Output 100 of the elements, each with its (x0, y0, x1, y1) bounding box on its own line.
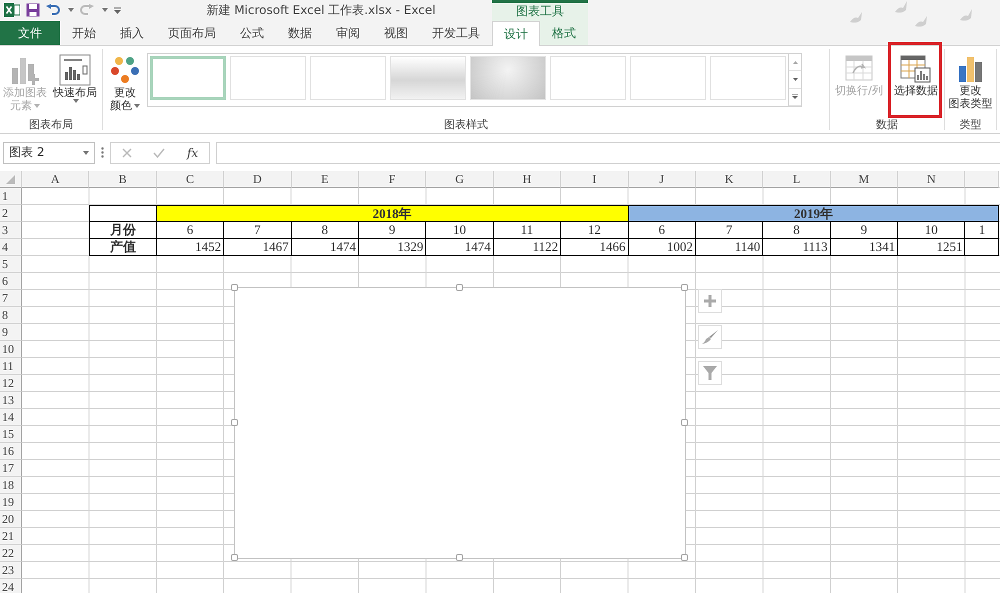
row-number[interactable]: 8 (0, 307, 22, 324)
column-header[interactable]: F (358, 171, 426, 188)
row-number[interactable]: 17 (0, 460, 22, 477)
row-number[interactable]: 22 (0, 545, 22, 562)
redo-icon[interactable] (80, 4, 94, 16)
insert-function-button[interactable]: fx (186, 146, 198, 160)
change-colors-button[interactable]: 更改 颜色 (103, 51, 147, 117)
table-cell: 1452 (156, 239, 224, 256)
customize-toolbar-icon[interactable] (114, 6, 121, 14)
row-number[interactable]: 2 (0, 205, 22, 222)
more-icon (101, 147, 104, 158)
row-number[interactable]: 24 (0, 579, 22, 593)
chart-style-thumbnail[interactable] (710, 56, 786, 100)
row-number[interactable]: 1 (0, 188, 22, 205)
table-cell: 1329 (358, 239, 426, 256)
ribbon-tab[interactable]: 公式 (228, 21, 276, 45)
chart-filter-button[interactable] (698, 361, 722, 385)
chart-style-thumbnail[interactable] (310, 56, 386, 100)
formula-input[interactable] (216, 142, 1000, 164)
row-number[interactable]: 3 (0, 222, 22, 239)
column-header[interactable]: B (89, 171, 157, 188)
table-cell: 1474 (426, 239, 494, 256)
row-number[interactable]: 20 (0, 511, 22, 528)
ribbon-tab[interactable]: 数据 (276, 21, 324, 45)
table-cell: 1474 (292, 239, 359, 256)
row-number[interactable]: 4 (0, 239, 22, 256)
dropdown-caret-icon (68, 8, 74, 12)
resize-handle[interactable] (456, 554, 463, 561)
row-number[interactable]: 15 (0, 426, 22, 443)
resize-handle[interactable] (231, 554, 238, 561)
check-icon[interactable] (153, 148, 166, 158)
column-header[interactable]: I (561, 171, 629, 188)
chart-styles-button[interactable] (698, 325, 722, 349)
ribbon-tab[interactable]: 插入 (108, 21, 156, 45)
column-header[interactable]: G (426, 171, 494, 188)
ribbon-tab[interactable]: 设计 (492, 21, 540, 46)
table-cell: 1467 (224, 239, 292, 256)
table-cell: 1 (965, 222, 1000, 239)
ribbon-tab[interactable]: 开发工具 (420, 21, 492, 45)
table-cell: 1251 (898, 239, 966, 256)
save-icon[interactable] (26, 3, 40, 17)
column-header[interactable]: L (763, 171, 831, 188)
ribbon-tab[interactable]: 格式 (540, 21, 588, 45)
table-cell: 9 (830, 222, 898, 239)
file-tab[interactable]: 文件 (0, 21, 60, 45)
chart-style-thumbnail[interactable] (630, 56, 706, 100)
column-header[interactable]: H (494, 171, 562, 188)
context-tab-label: 图表工具 (515, 3, 565, 20)
ribbon-tab[interactable]: 开始 (60, 21, 108, 45)
row-number[interactable]: 18 (0, 477, 22, 494)
row-number[interactable]: 11 (0, 358, 22, 375)
resize-handle[interactable] (681, 419, 688, 426)
column-header[interactable]: A (22, 171, 90, 188)
chart-style-thumbnail[interactable] (390, 56, 466, 100)
table-cell: 9 (358, 222, 426, 239)
resize-handle[interactable] (231, 284, 238, 291)
column-header[interactable]: J (628, 171, 696, 188)
table-cell: 12 (561, 222, 629, 239)
row-number[interactable]: 12 (0, 375, 22, 392)
layout-chart-icon (59, 54, 91, 86)
row-number[interactable]: 13 (0, 392, 22, 409)
ribbon-tab[interactable]: 页面布局 (156, 21, 228, 45)
chart-style-thumbnail[interactable] (550, 56, 626, 100)
resize-handle[interactable] (681, 554, 688, 561)
chart-style-thumbnail[interactable] (470, 56, 546, 100)
table-cell: 11 (494, 222, 562, 239)
name-box[interactable]: 图表 2 (3, 142, 95, 164)
resize-handle[interactable] (456, 284, 463, 291)
row-number[interactable]: 7 (0, 290, 22, 307)
row-number[interactable]: 14 (0, 409, 22, 426)
chart-style-thumbnail[interactable] (150, 56, 226, 100)
row-number[interactable]: 5 (0, 256, 22, 273)
column-header[interactable]: C (156, 171, 224, 188)
resize-handle[interactable] (231, 419, 238, 426)
row-number[interactable]: 10 (0, 341, 22, 358)
column-header[interactable]: N (898, 171, 966, 188)
column-header[interactable] (965, 171, 1000, 188)
row-number[interactable]: 23 (0, 562, 22, 579)
column-header[interactable]: K (696, 171, 764, 188)
chart-elements-button[interactable] (698, 289, 722, 313)
row-number[interactable]: 9 (0, 324, 22, 341)
column-header[interactable]: D (224, 171, 292, 188)
change-chart-type-button[interactable]: 更改 图表类型 (945, 51, 996, 117)
select-all-corner[interactable] (0, 171, 22, 188)
resize-handle[interactable] (681, 284, 688, 291)
column-header[interactable]: M (830, 171, 898, 188)
select-data-button[interactable]: 选择数据 (888, 51, 944, 117)
cancel-icon[interactable] (122, 148, 132, 158)
chart-style-thumbnail[interactable] (230, 56, 306, 100)
table-cell: 6 (156, 222, 224, 239)
row-number[interactable]: 19 (0, 494, 22, 511)
ribbon-tab[interactable]: 审阅 (324, 21, 372, 45)
row-number[interactable]: 21 (0, 528, 22, 545)
row-number[interactable]: 16 (0, 443, 22, 460)
column-header[interactable]: E (292, 171, 359, 188)
quick-layout-button[interactable]: 快速布局 (50, 51, 100, 117)
row-number[interactable]: 6 (0, 273, 22, 290)
ribbon-tab[interactable]: 视图 (372, 21, 420, 45)
undo-icon[interactable] (46, 4, 60, 16)
expand-icon (792, 94, 798, 100)
